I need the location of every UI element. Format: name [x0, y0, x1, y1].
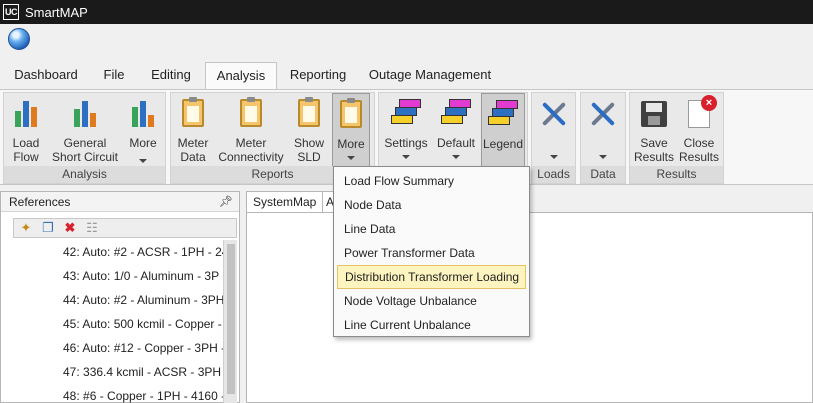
default-label: Default — [436, 136, 476, 150]
analysis-more-button[interactable]: More — [124, 93, 162, 167]
references-title: References — [9, 195, 71, 209]
chevron-down-icon — [550, 155, 558, 159]
references-panel: References 📌︎ ✦ ❐ ✖ ☷ 42: Auto: #2 - ACS… — [0, 191, 240, 403]
group-analysis-label: Analysis — [4, 166, 165, 183]
settings-button[interactable]: Settings — [381, 93, 431, 167]
list-item[interactable]: 45: Auto: 500 kcmil - Copper - — [13, 312, 223, 336]
tab-file[interactable]: File — [94, 62, 134, 89]
group-analysis: Load Flow General Short Circuit More Ana… — [3, 92, 166, 184]
show-sld-button[interactable]: Show SLD — [289, 93, 329, 167]
close-document-icon: × — [684, 95, 717, 129]
bar-chart-icon — [128, 99, 158, 129]
meter-data-label: Meter Data — [177, 136, 209, 164]
menu-item-line-current-unbalance[interactable]: Line Current Unbalance — [337, 313, 526, 337]
list-item[interactable]: 47: 336.4 kcmil - ACSR - 3PH - — [13, 360, 223, 384]
app-title: SmartMAP — [25, 4, 88, 20]
menu-item-line-data[interactable]: Line Data — [337, 217, 526, 241]
references-toolbar: ✦ ❐ ✖ ☷ — [13, 218, 237, 238]
clipboard-icon — [336, 98, 366, 130]
analysis-more-label: More — [129, 136, 157, 150]
menu-item-load-flow-summary[interactable]: Load Flow Summary — [337, 169, 526, 193]
save-results-button[interactable]: Save Results — [632, 93, 676, 167]
layers-icon — [441, 99, 471, 129]
tab-outage-management[interactable]: Outage Management — [365, 62, 495, 89]
reports-more-menu: Load Flow Summary Node Data Line Data Po… — [333, 166, 530, 337]
menu-item-node-voltage-unbalance[interactable]: Node Voltage Unbalance — [337, 289, 526, 313]
references-scrollbar[interactable] — [223, 240, 237, 403]
list-item[interactable]: 43: Auto: 1/0 - Aluminum - 3P — [13, 264, 223, 288]
chevron-down-icon — [599, 155, 607, 159]
pin-icon[interactable]: 📌︎ — [219, 192, 233, 212]
globe-icon[interactable] — [8, 28, 30, 50]
meter-connectivity-label: Meter Connectivity — [218, 136, 284, 164]
data-button[interactable] — [583, 93, 623, 167]
menu-item-distribution-transformer-loading[interactable]: Distribution Transformer Loading — [337, 265, 526, 289]
reports-more-button[interactable]: More — [332, 93, 370, 167]
references-list: 42: Auto: #2 - ACSR - 1PH - 24 43: Auto:… — [13, 240, 223, 403]
document-icon[interactable]: ☷ — [84, 220, 100, 235]
tab-systemmap[interactable]: SystemMap — [246, 191, 324, 213]
default-button[interactable]: Default — [433, 93, 479, 167]
ribbon-tabs: Dashboard File Editing Analysis Reportin… — [0, 62, 813, 91]
title-bar: UC SmartMAP — [0, 0, 813, 24]
list-item[interactable]: 42: Auto: #2 - ACSR - 1PH - 24 — [13, 240, 223, 264]
legend-label: Legend — [482, 137, 524, 151]
list-item[interactable]: 44: Auto: #2 - Aluminum - 3PH — [13, 288, 223, 312]
menu-item-node-data[interactable]: Node Data — [337, 193, 526, 217]
reports-more-label: More — [337, 137, 365, 151]
meter-data-button[interactable]: Meter Data — [173, 93, 213, 167]
bar-chart-icon — [11, 99, 41, 129]
loads-button[interactable] — [534, 93, 574, 167]
load-flow-button[interactable]: Load Flow — [6, 93, 46, 167]
references-header: References 📌︎ — [1, 192, 239, 212]
clipboard-icon — [178, 97, 208, 129]
add-reference-icon[interactable]: ✦ — [18, 220, 34, 235]
save-icon — [639, 99, 669, 129]
chevron-down-icon — [452, 155, 460, 159]
list-item[interactable]: 48: #6 - Copper - 1PH - 4160 - — [13, 384, 223, 403]
delete-icon[interactable]: ✖ — [62, 220, 78, 235]
chevron-down-icon — [402, 155, 410, 159]
save-results-label: Save Results — [633, 136, 674, 164]
settings-label: Settings — [384, 136, 428, 150]
general-short-circuit-button[interactable]: General Short Circuit — [48, 93, 122, 167]
chevron-down-icon — [139, 159, 147, 163]
tab-dashboard[interactable]: Dashboard — [6, 62, 86, 89]
group-results: Save Results × Close Results Results — [629, 92, 724, 184]
app-logo-icon: UC — [3, 4, 19, 20]
close-results-label: Close Results — [678, 136, 719, 164]
tools-icon — [588, 99, 618, 129]
bar-chart-icon — [70, 99, 100, 129]
tools-icon — [539, 99, 569, 129]
menu-item-power-transformer-data[interactable]: Power Transformer Data — [337, 241, 526, 265]
clipboard-icon — [236, 97, 266, 129]
general-short-circuit-label: General Short Circuit — [51, 136, 119, 164]
group-loads-label: Loads — [532, 166, 575, 183]
load-flow-label: Load Flow — [12, 136, 40, 164]
copy-icon[interactable]: ❐ — [40, 220, 56, 235]
show-sld-label: Show SLD — [293, 136, 325, 164]
group-data-label: Data — [581, 166, 625, 183]
tab-analysis[interactable]: Analysis — [205, 62, 277, 91]
scrollbar-thumb[interactable] — [227, 244, 235, 394]
group-loads: Loads — [531, 92, 576, 184]
tab-editing[interactable]: Editing — [143, 62, 199, 89]
layers-icon — [488, 100, 518, 130]
quick-access-bar — [0, 24, 813, 62]
legend-button[interactable]: Legend — [481, 93, 525, 167]
close-results-button[interactable]: × Close Results — [677, 93, 721, 167]
group-results-label: Results — [630, 166, 723, 183]
layers-icon — [391, 99, 421, 129]
list-item[interactable]: 46: Auto: #12 - Copper - 3PH - — [13, 336, 223, 360]
meter-connectivity-button[interactable]: Meter Connectivity — [215, 93, 287, 167]
group-data: Data — [580, 92, 626, 184]
chevron-down-icon — [347, 156, 355, 160]
clipboard-icon — [294, 97, 324, 129]
tab-reporting[interactable]: Reporting — [285, 62, 351, 89]
